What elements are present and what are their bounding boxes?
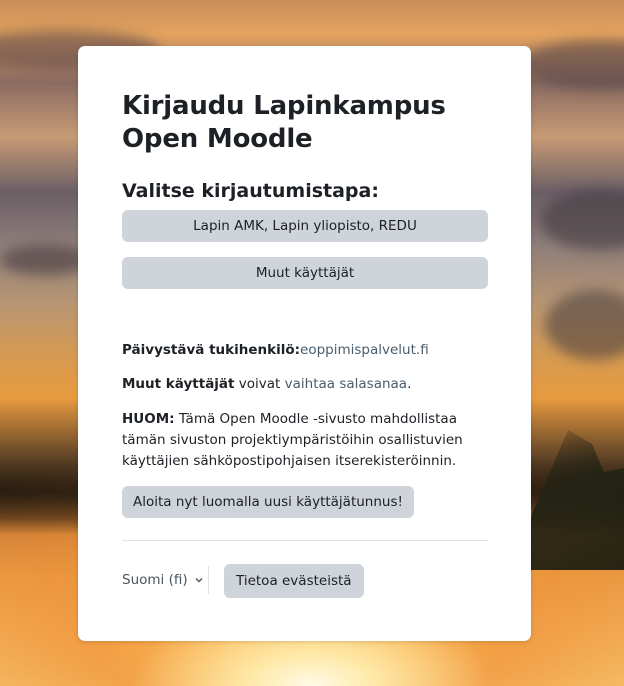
password-info-end: . — [407, 376, 412, 392]
notice-bold: HUOM: — [122, 411, 175, 427]
support-info: Päivystävä tukihenkilö:eoppimispalvelut.… — [122, 340, 488, 361]
login-card: Kirjaudu Lapinkampus Open Moodle Valitse… — [78, 46, 531, 641]
change-password-link[interactable]: vaihtaa salasanaa — [285, 376, 407, 392]
footer-divider — [122, 540, 488, 541]
background-cloud — [0, 245, 90, 275]
cookies-info-button[interactable]: Tietoa evästeistä — [224, 564, 364, 598]
support-label: Päivystävä tukihenkilö: — [122, 342, 301, 358]
footer-separator — [208, 566, 209, 594]
selfregistration-notice: HUOM: Tämä Open Moodle -sivusto mahdolli… — [122, 409, 488, 472]
create-account-button[interactable]: Aloita nyt luomalla uusi käyttäjätunnus! — [122, 486, 414, 518]
password-info-bold: Muut käyttäjät — [122, 376, 235, 392]
background-cloud — [520, 40, 624, 90]
support-link[interactable]: eoppimispalvelut.fi — [300, 342, 429, 358]
language-label: Suomi (fi) — [122, 572, 188, 588]
background-cloud — [540, 190, 624, 250]
language-selector[interactable]: Suomi (fi) — [122, 564, 204, 596]
login-method-heading: Valitse kirjautumistapa: — [122, 180, 379, 202]
background-cloud — [545, 290, 624, 360]
password-info-text: voivat — [234, 376, 285, 392]
chevron-down-icon — [195, 578, 203, 583]
page-title: Kirjaudu Lapinkampus Open Moodle — [122, 91, 446, 154]
idp-lapin-button[interactable]: Lapin AMK, Lapin yliopisto, REDU — [122, 210, 488, 242]
password-info: Muut käyttäjät voivat vaihtaa salasanaa. — [122, 374, 488, 395]
idp-other-users-button[interactable]: Muut käyttäjät — [122, 257, 488, 289]
